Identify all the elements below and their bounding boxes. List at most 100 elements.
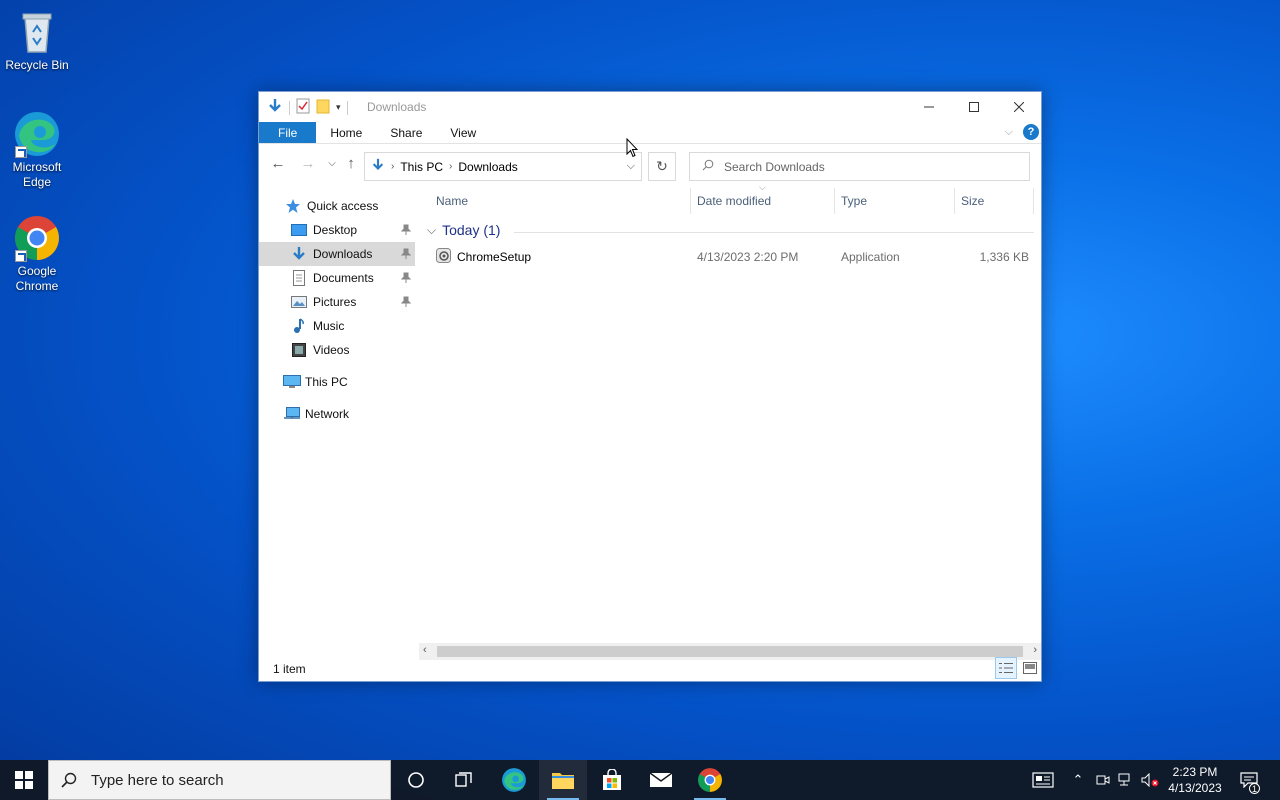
task-view-button[interactable] [440, 760, 488, 800]
breadcrumb-separator-icon[interactable]: › [391, 161, 394, 172]
column-divider[interactable] [834, 188, 835, 214]
scroll-left-arrow-icon[interactable]: ‹ [423, 644, 427, 656]
chrome-icon [13, 214, 61, 262]
column-header-date-modified[interactable]: Date modified [697, 194, 771, 208]
scroll-right-arrow-icon[interactable]: › [1033, 644, 1037, 656]
taskbar-store-button[interactable] [588, 760, 636, 800]
taskbar-edge-button[interactable] [490, 760, 538, 800]
properties-icon[interactable] [296, 98, 310, 117]
sidebar-item-music[interactable]: Music [259, 314, 415, 338]
folder-icon [552, 773, 574, 789]
taskbar-mail-button[interactable] [637, 760, 685, 800]
group-divider [514, 232, 1034, 233]
desktop-folder-icon [291, 222, 307, 238]
desktop-icon-recycle-bin[interactable]: Recycle Bin [0, 8, 74, 73]
clock-time: 2:23 PM [1172, 765, 1218, 779]
breadcrumb-downloads[interactable]: Downloads [458, 160, 517, 174]
sidebar-item-label: Pictures [313, 295, 357, 309]
navigation-pane: Quick access Desktop Downloads Documents… [259, 184, 419, 659]
desktop-icon-microsoft-edge[interactable]: Microsoft Edge [0, 110, 74, 190]
taskbar-search-box[interactable]: Type here to search [48, 760, 391, 800]
column-header-type[interactable]: Type [841, 194, 867, 208]
action-center-button[interactable]: 1 [1234, 760, 1264, 800]
help-button[interactable]: ? [1023, 124, 1039, 140]
close-button[interactable] [996, 92, 1041, 122]
minimize-button[interactable] [906, 92, 951, 122]
sidebar-item-label: Network [305, 407, 350, 421]
sidebar-item-quick-access[interactable]: Quick access [259, 194, 415, 218]
column-divider[interactable] [954, 188, 955, 214]
sidebar-item-network[interactable]: Network [259, 402, 415, 426]
sidebar-item-documents[interactable]: Documents [259, 266, 415, 290]
sidebar-item-pictures[interactable]: Pictures [259, 290, 415, 314]
cortana-button[interactable] [392, 760, 440, 800]
collapse-chevron-icon[interactable]: ⌵ [427, 223, 436, 238]
taskbar-file-explorer-button[interactable] [539, 760, 587, 800]
downloads-arrow-icon [267, 98, 283, 117]
store-bag-icon [603, 769, 621, 790]
tab-home[interactable]: Home [316, 122, 376, 143]
edge-icon [13, 110, 61, 158]
column-divider[interactable] [690, 188, 691, 214]
group-label: Today (1) [442, 222, 501, 238]
refresh-button[interactable]: ↻ [648, 152, 676, 181]
tab-view[interactable]: View [436, 122, 490, 143]
address-bar[interactable]: › This PC › Downloads ⌵ [364, 152, 642, 181]
show-hidden-icons-button[interactable]: ⌃ [1068, 760, 1088, 800]
search-input[interactable]: Search Downloads [689, 152, 1030, 181]
sidebar-item-this-pc[interactable]: This PC [259, 370, 415, 394]
taskbar: Type here to search ⌃ 2:23 PM 4/13/2023 … [0, 760, 1280, 800]
tab-share[interactable]: Share [376, 122, 436, 143]
meet-now-button[interactable] [1094, 760, 1112, 800]
column-header-name[interactable]: Name [436, 194, 468, 208]
taskbar-search-placeholder: Type here to search [91, 771, 224, 789]
news-icon [1032, 772, 1054, 788]
sort-indicator-icon: ⌵ [759, 182, 766, 192]
downloads-arrow-icon [291, 246, 307, 262]
forward-button[interactable]: → [299, 155, 317, 173]
news-widget-button[interactable] [1028, 760, 1058, 800]
breadcrumb-separator-icon[interactable]: › [449, 161, 452, 172]
network-status-button[interactable] [1116, 760, 1136, 800]
pin-icon[interactable] [400, 248, 412, 260]
scrollbar-thumb[interactable] [437, 646, 1023, 657]
pin-icon[interactable] [400, 272, 412, 284]
address-dropdown-chevron-icon[interactable]: ⌵ [627, 160, 635, 173]
application-icon [436, 248, 452, 267]
desktop-icon-google-chrome[interactable]: Google Chrome [0, 214, 74, 294]
toolbar-separator [346, 100, 348, 115]
taskbar-chrome-button[interactable] [686, 760, 734, 800]
title-bar[interactable]: ▾ Downloads [259, 92, 1041, 122]
recent-locations-chevron-icon[interactable]: ⌵ [323, 155, 341, 173]
details-view-button[interactable] [995, 657, 1017, 679]
column-header-size[interactable]: Size [961, 194, 984, 208]
maximize-button[interactable] [951, 92, 996, 122]
sidebar-item-desktop[interactable]: Desktop [259, 218, 415, 242]
pin-icon[interactable] [400, 224, 412, 236]
large-icons-view-button[interactable] [1019, 657, 1041, 679]
expand-ribbon-chevron-icon[interactable]: ⌵ [1005, 126, 1013, 139]
up-button[interactable]: ↑ [342, 155, 360, 173]
breadcrumb-this-pc[interactable]: This PC [400, 160, 443, 174]
pin-icon[interactable] [400, 296, 412, 308]
close-icon [1013, 102, 1024, 112]
shortcut-arrow-icon [15, 250, 27, 262]
new-folder-icon[interactable] [316, 98, 330, 117]
maximize-icon [968, 102, 979, 112]
customize-toolbar-chevron-icon[interactable]: ▾ [336, 102, 341, 113]
sidebar-item-videos[interactable]: Videos [259, 338, 415, 362]
toolbar-separator [289, 100, 290, 115]
column-divider[interactable] [1033, 188, 1034, 214]
tab-file[interactable]: File [259, 122, 317, 143]
taskbar-clock[interactable]: 2:23 PM 4/13/2023 [1164, 764, 1226, 796]
sidebar-item-downloads[interactable]: Downloads [259, 242, 415, 266]
volume-button[interactable] [1140, 760, 1160, 800]
file-row[interactable]: ChromeSetup 4/13/2023 2:20 PM Applicatio… [429, 246, 1035, 268]
start-button[interactable] [0, 760, 48, 800]
desktop-icon-label: Recycle Bin [5, 58, 69, 72]
group-header-today[interactable]: ⌵ Today (1) [427, 222, 500, 238]
back-button[interactable]: ← [269, 155, 287, 173]
chrome-icon [698, 768, 722, 792]
sidebar-item-label: This PC [305, 375, 348, 389]
file-name[interactable]: ChromeSetup [457, 250, 531, 264]
